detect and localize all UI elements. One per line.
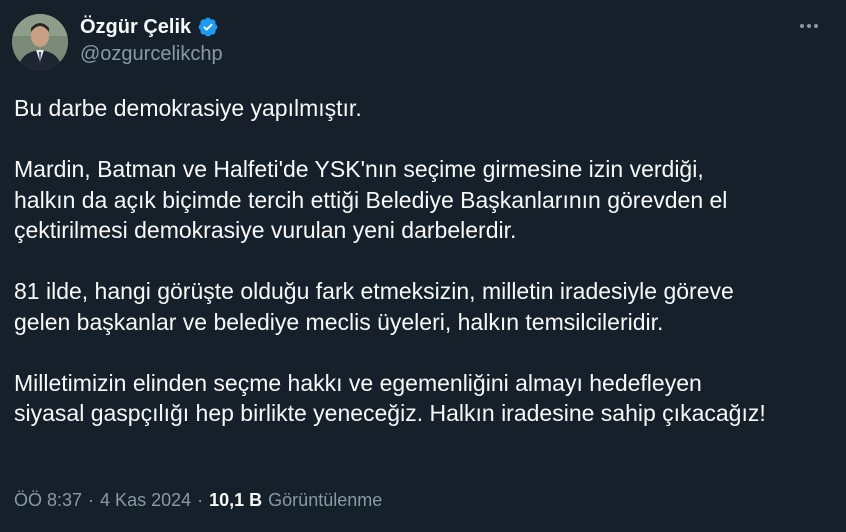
more-dot: [800, 24, 804, 28]
tweet-date[interactable]: 4 Kas 2024: [100, 490, 191, 511]
more-dot: [807, 24, 811, 28]
tweet-text: Bu darbe demokrasiye yapılmıştır. Mardin…: [14, 93, 834, 429]
views-count[interactable]: 10,1 B: [209, 490, 262, 511]
author-name[interactable]: Özgür Çelik: [80, 16, 191, 39]
author-name-row: Özgür Çelik: [80, 14, 219, 40]
tweet-paragraph: Milletimizin elinden seçme hakkı ve egem…: [14, 369, 766, 427]
meta-separator: ·: [197, 490, 204, 510]
views-label: Görüntülenme: [268, 490, 383, 510]
meta-separator: ·: [88, 490, 95, 510]
more-dot: [814, 24, 818, 28]
tweet-card: Özgür Çelik @ozgurcelikchp Bu darbe demo…: [0, 0, 846, 532]
author-handle[interactable]: @ozgurcelikchp: [80, 43, 223, 66]
tweet-paragraph: 81 ilde, hangi görüşte olduğu fark etmek…: [14, 278, 734, 335]
tweet-time[interactable]: ÖÖ 8:37: [14, 490, 82, 511]
profile-photo-icon: [12, 14, 68, 70]
tweet-paragraph: Mardin, Batman ve Halfeti'de YSK'nın seç…: [14, 156, 728, 243]
tweet-paragraph: Bu darbe demokrasiye yapılmıştır.: [14, 95, 362, 121]
tweet-meta: ÖÖ 8:37 · 4 Kas 2024 · 10,1 B Görüntülen…: [14, 490, 382, 511]
author-avatar[interactable]: [12, 14, 68, 70]
verified-badge-icon: [198, 17, 218, 37]
more-options-button[interactable]: [794, 14, 824, 38]
